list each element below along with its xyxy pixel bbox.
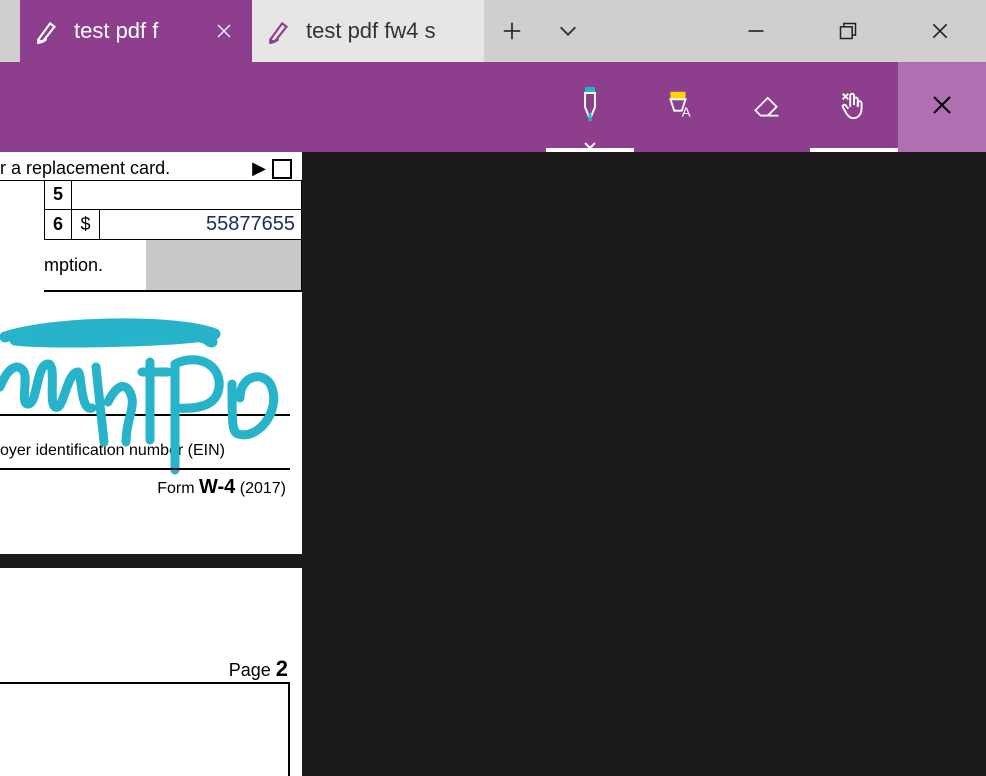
ballpoint-pen-icon <box>574 85 606 130</box>
document-viewport[interactable]: r a replacement card. ▶ 5 6 $ 55877655 m… <box>0 152 986 776</box>
form-row-exemption: mption. <box>44 240 302 292</box>
svg-text:A: A <box>682 104 691 119</box>
title-bar: test pdf f test pdf fw4 s <box>0 0 986 62</box>
tab-inactive[interactable]: test pdf fw4 s <box>252 0 484 62</box>
form-prefix: Form <box>157 480 194 497</box>
tab-overflow-button[interactable] <box>540 0 596 62</box>
form-footer: Form W-4 (2017) <box>0 476 286 499</box>
eraser-tool-button[interactable] <box>722 62 810 152</box>
close-icon <box>930 93 954 122</box>
highlighter-icon: A <box>661 88 695 127</box>
window-close-button[interactable] <box>894 0 986 62</box>
row-number: 5 <box>44 180 72 209</box>
form-name: W-4 <box>199 476 235 498</box>
signature-line <box>0 414 290 416</box>
ink-toolbar: A <box>0 62 986 152</box>
dollar-sign: $ <box>72 210 100 239</box>
page-word: Page <box>229 660 271 680</box>
window-minimize-button[interactable] <box>710 0 802 62</box>
new-tab-button[interactable] <box>484 0 540 62</box>
window-maximize-button[interactable] <box>802 0 894 62</box>
row-number: 6 <box>44 210 72 239</box>
row6-value: 55877655 <box>100 210 302 239</box>
page2-box <box>0 682 290 776</box>
checkbox-empty[interactable] <box>272 159 292 179</box>
form-grid: 5 6 $ 55877655 mption. <box>44 180 302 292</box>
tab-close-button[interactable] <box>210 17 238 45</box>
pen-icon <box>34 17 62 45</box>
page-number-label: Page 2 <box>229 656 288 682</box>
exemption-text: mption. <box>44 240 146 290</box>
form-row-5: 5 <box>44 180 302 210</box>
eraser-icon <box>750 89 782 126</box>
tab-title: test pdf fw4 s <box>306 18 470 44</box>
form-row-6: 6 $ 55877655 <box>44 210 302 240</box>
replacement-card-line: r a replacement card. ▶ <box>0 158 292 179</box>
ein-label: oyer identification number (EIN) <box>0 442 225 460</box>
pen-icon <box>266 17 294 45</box>
pdf-page-1: r a replacement card. ▶ 5 6 $ 55877655 m… <box>0 152 302 554</box>
tab-list: test pdf f test pdf fw4 s <box>0 0 484 62</box>
tab-active[interactable]: test pdf f <box>20 0 252 62</box>
signature-area: oyer identification number (EIN) <box>0 324 302 454</box>
chevron-down-icon <box>583 138 597 148</box>
pdf-page-2: Page 2 <box>0 568 302 776</box>
greyed-cell <box>146 240 302 290</box>
right-triangle-icon: ▶ <box>252 158 266 179</box>
title-bar-spacer <box>596 0 710 62</box>
row-value <box>72 180 302 209</box>
pen-tool-button[interactable] <box>546 62 634 152</box>
touch-hand-icon <box>837 88 871 127</box>
page-number: 2 <box>276 656 288 681</box>
touch-writing-button[interactable] <box>810 62 898 152</box>
tab-title: test pdf f <box>74 18 198 44</box>
ink-toolbar-close-button[interactable] <box>898 62 986 152</box>
page-separator-rule <box>0 468 290 470</box>
form-year: (2017) <box>240 480 286 497</box>
replacement-card-text: r a replacement card. <box>0 158 246 179</box>
highlighter-tool-button[interactable]: A <box>634 62 722 152</box>
